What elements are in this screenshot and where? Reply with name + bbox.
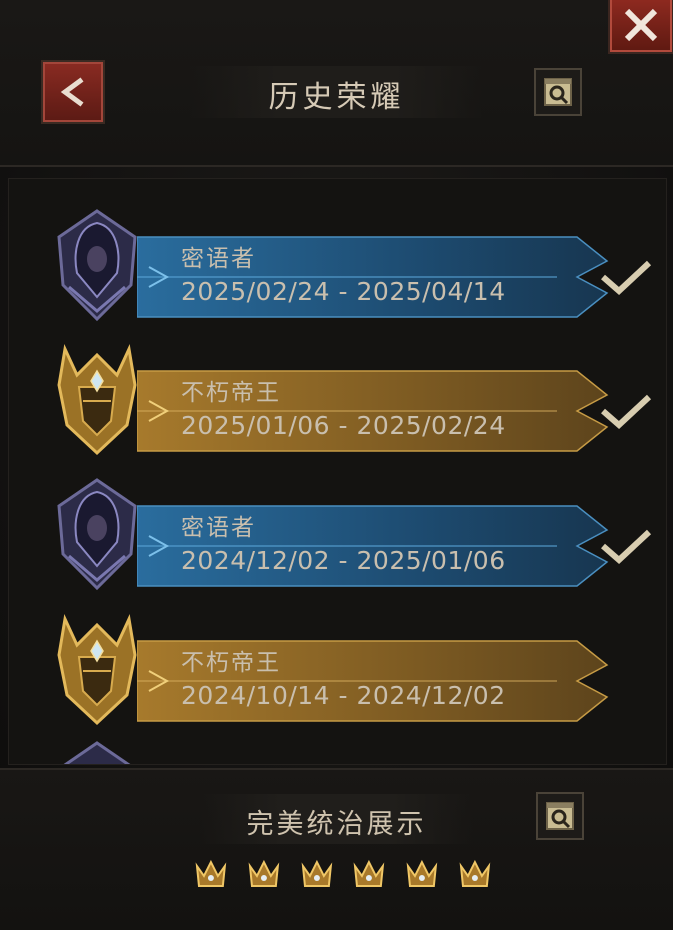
crown-icon[interactable]: [404, 856, 440, 892]
crown-row: [193, 856, 493, 896]
list-item-partial[interactable]: [9, 739, 666, 764]
crown-icon[interactable]: [246, 856, 282, 892]
rank-date-range: 2025/02/24 - 2025/04/14: [181, 277, 506, 306]
crown-icon[interactable]: [457, 856, 493, 892]
search-scroll-icon: [546, 802, 574, 830]
search-record-button[interactable]: [534, 68, 582, 116]
close-button[interactable]: [608, 0, 673, 54]
list-item[interactable]: 密语者 2025/02/24 - 2025/04/14: [9, 207, 666, 337]
crown-icon[interactable]: [193, 856, 229, 892]
immortal-emperor-portrait-icon: [47, 611, 147, 731]
crown-icon[interactable]: [299, 856, 335, 892]
list-item[interactable]: 密语者 2024/12/02 - 2025/01/06: [9, 476, 666, 606]
immortal-emperor-portrait-icon: [47, 341, 147, 461]
crown-icon[interactable]: [351, 856, 387, 892]
check-icon: [601, 260, 652, 296]
rank-name: 密语者: [181, 246, 256, 272]
rank-banner: 密语者 2025/02/24 - 2025/04/14: [137, 233, 637, 321]
rank-name: 不朽帝王: [181, 650, 281, 676]
close-icon: [624, 8, 658, 42]
perfect-rule-display-panel: 完美统治展示: [0, 768, 673, 930]
whisperer-portrait-icon: [47, 207, 147, 327]
perfect-rule-info-button[interactable]: [536, 792, 584, 840]
whisperer-portrait-icon: [47, 476, 147, 596]
check-icon: [601, 529, 652, 565]
list-item[interactable]: 不朽帝王 2025/01/06 - 2025/02/24: [9, 341, 666, 471]
whisperer-portrait-icon: [47, 739, 147, 764]
rank-banner: 不朽帝王 2024/10/14 - 2024/12/02: [137, 637, 637, 725]
honor-history-list[interactable]: 密语者 2025/02/24 - 2025/04/14 不朽帝王 2025/01…: [8, 178, 667, 765]
rank-name: 不朽帝王: [181, 380, 281, 406]
rank-date-range: 2025/01/06 - 2025/02/24: [181, 411, 506, 440]
header: 历史荣耀: [0, 0, 673, 167]
rank-date-range: 2024/12/02 - 2025/01/06: [181, 546, 506, 575]
rank-name: 密语者: [181, 515, 256, 541]
search-scroll-icon: [544, 78, 572, 106]
check-icon: [601, 394, 652, 430]
rank-banner: 不朽帝王 2025/01/06 - 2025/02/24: [137, 367, 637, 455]
rank-banner: 密语者 2024/12/02 - 2025/01/06: [137, 502, 637, 590]
list-item[interactable]: 不朽帝王 2024/10/14 - 2024/12/02: [9, 611, 666, 741]
rank-date-range: 2024/10/14 - 2024/12/02: [181, 681, 506, 710]
